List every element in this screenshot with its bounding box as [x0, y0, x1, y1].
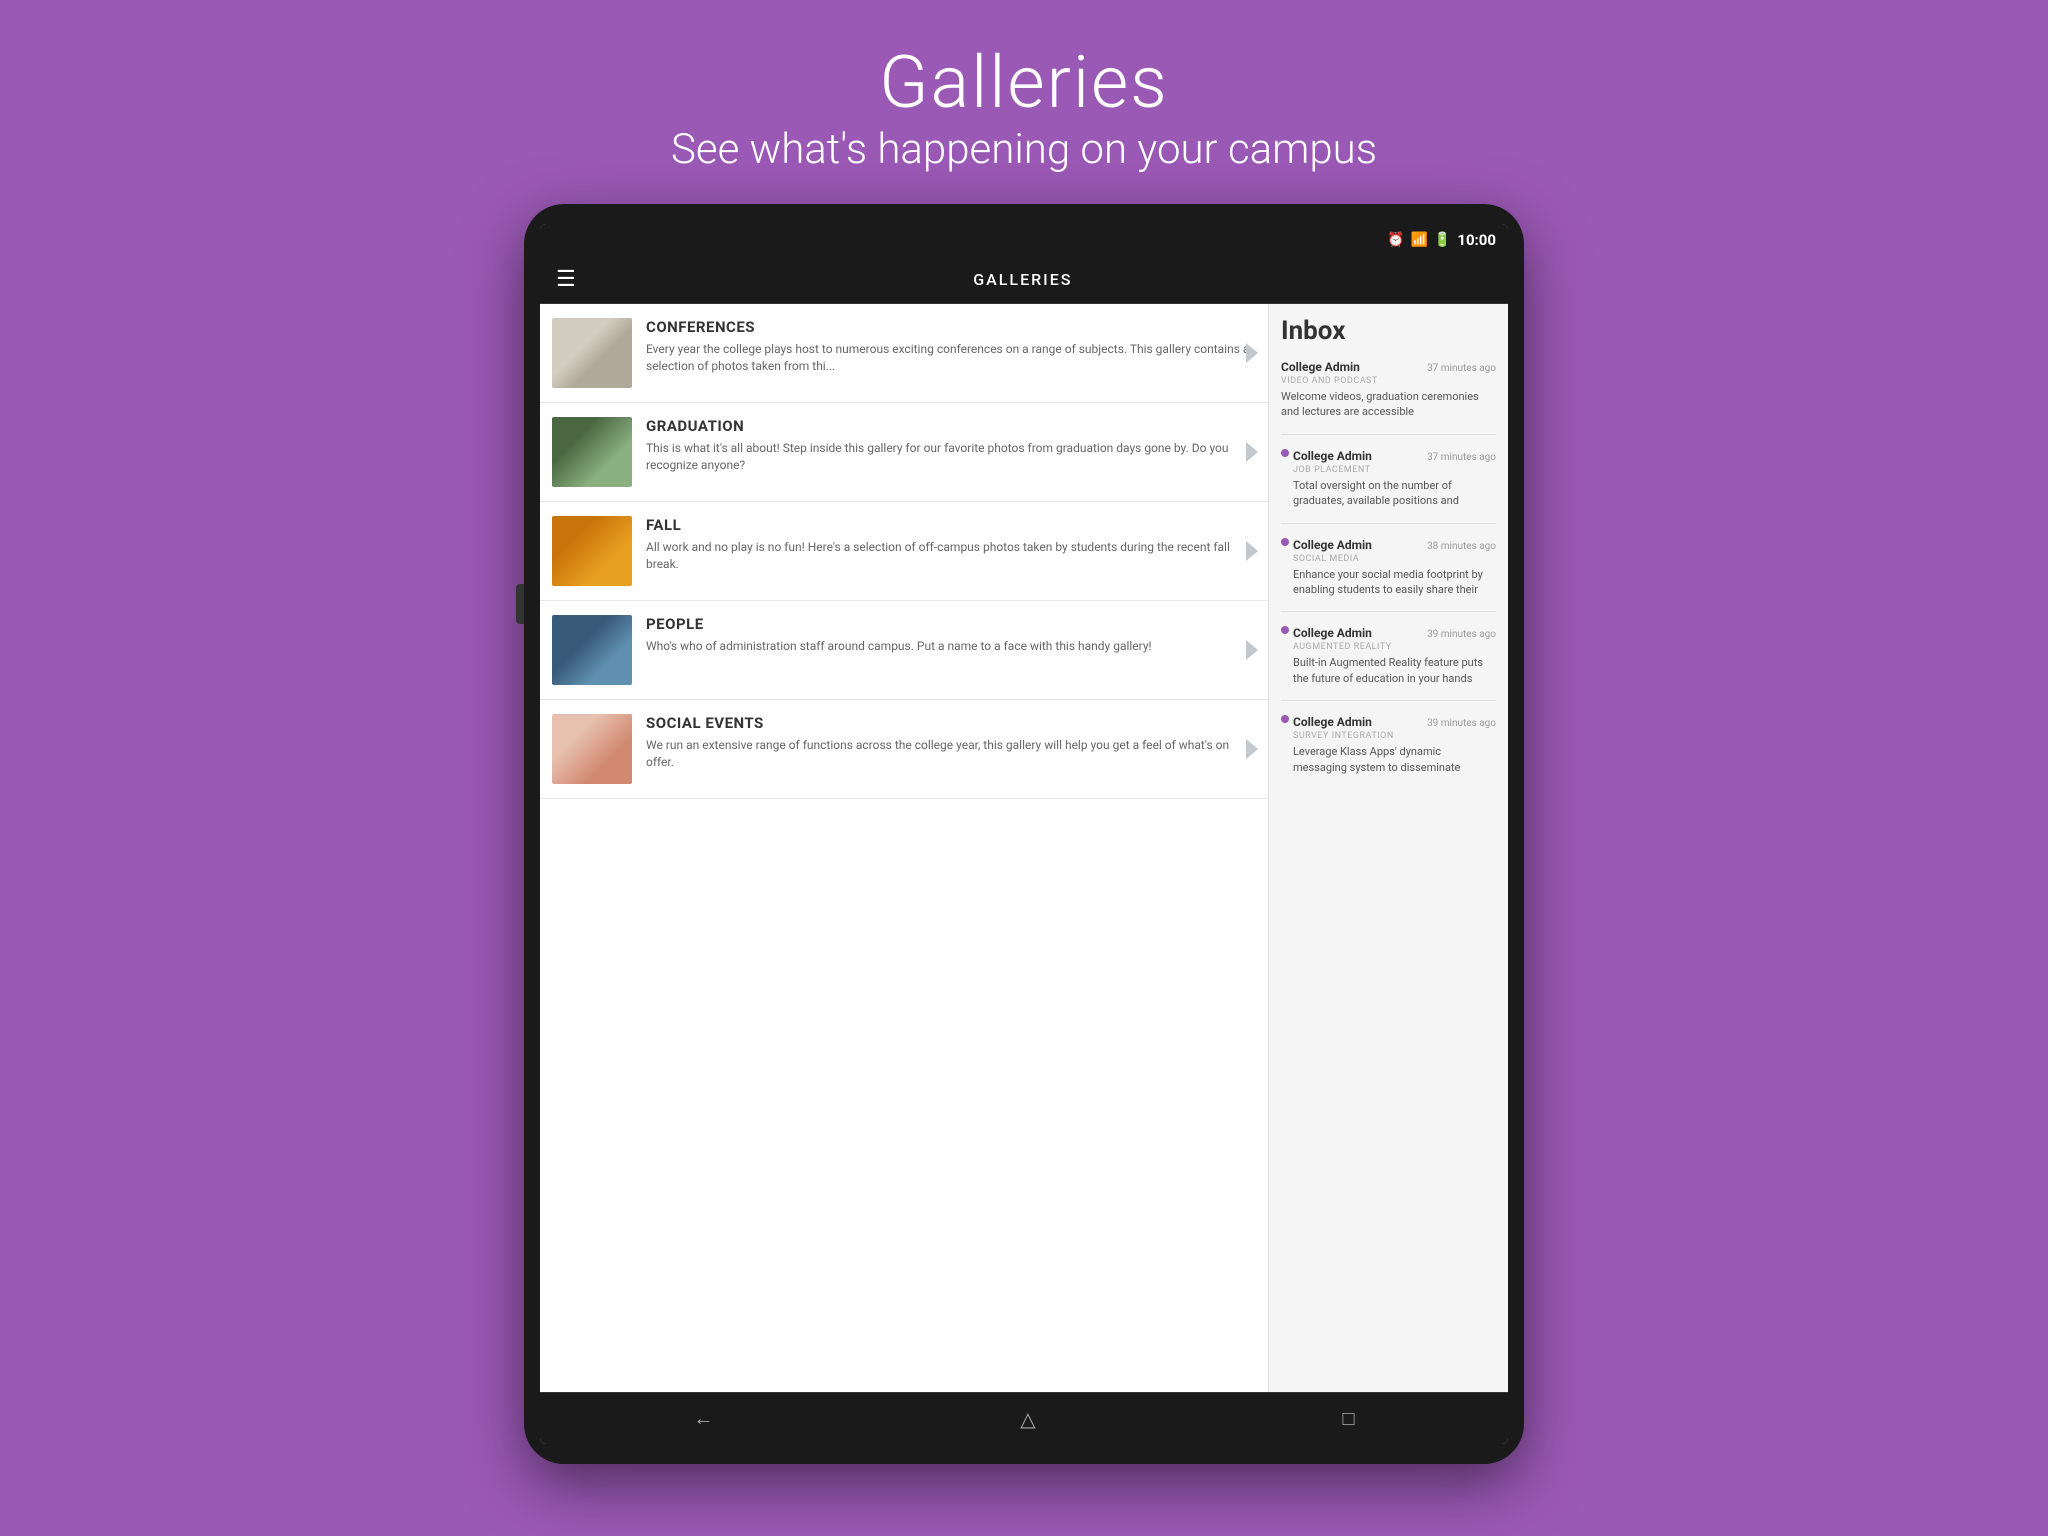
- unread-dot-4: [1281, 715, 1289, 723]
- inbox-item-row-2: College Admin 38 minutes ago SOCIAL MEDI…: [1281, 538, 1496, 598]
- gallery-info-conferences: CONFERENCES Every year the college plays…: [646, 318, 1256, 375]
- gallery-desc-fall: All work and no play is no fun! Here's a…: [646, 539, 1256, 573]
- tablet-device: ⏰ 📶 🔋 10:00 ☰ GALLERIES CONFERENCES Ever…: [524, 204, 1524, 1464]
- inbox-panel: Inbox College Admin 37 minutes ago VIDEO…: [1268, 304, 1508, 1392]
- app-bar: ☰ GALLERIES: [540, 256, 1508, 304]
- inbox-preview-1: Total oversight on the number of graduat…: [1293, 478, 1496, 509]
- page-subtitle: See what's happening on your campus: [671, 125, 1377, 174]
- gallery-info-people: PEOPLE Who's who of administration staff…: [646, 615, 1256, 655]
- unread-dot-1: [1281, 449, 1289, 457]
- gallery-thumb-people: [552, 615, 632, 685]
- inbox-time-4: 39 minutes ago: [1427, 718, 1496, 729]
- home-button[interactable]: △: [1000, 1399, 1055, 1439]
- gallery-info-fall: FALL All work and no play is no fun! Her…: [646, 516, 1256, 573]
- inbox-item-header-4: College Admin 39 minutes ago: [1293, 715, 1496, 729]
- gallery-title-people: PEOPLE: [646, 615, 1256, 633]
- battery-icon: 🔋: [1434, 232, 1451, 248]
- inbox-time-1: 37 minutes ago: [1427, 452, 1496, 463]
- inbox-item-header-3: College Admin 39 minutes ago: [1293, 626, 1496, 640]
- gallery-item-conferences[interactable]: CONFERENCES Every year the college plays…: [540, 304, 1268, 403]
- clock-icon: ⏰: [1387, 232, 1404, 248]
- tablet-side-button: [516, 584, 524, 624]
- gallery-arrow-conferences: [1246, 343, 1258, 363]
- gallery-desc-conferences: Every year the college plays host to num…: [646, 341, 1256, 375]
- gallery-arrow-people: [1246, 640, 1258, 660]
- inbox-item-4[interactable]: College Admin 39 minutes ago SURVEY INTE…: [1281, 715, 1496, 789]
- inbox-time-0: 37 minutes ago: [1427, 363, 1496, 374]
- gallery-title-social-events: SOCIAL EVENTS: [646, 714, 1256, 732]
- gallery-title-graduation: GRADUATION: [646, 417, 1256, 435]
- inbox-item-content-2: College Admin 38 minutes ago SOCIAL MEDI…: [1293, 538, 1496, 598]
- inbox-item-1[interactable]: College Admin 37 minutes ago JOB PLACEME…: [1281, 449, 1496, 524]
- unread-dot-2: [1281, 538, 1289, 546]
- inbox-sender-0: College Admin: [1281, 360, 1360, 374]
- back-button[interactable]: ←: [673, 1398, 733, 1439]
- wifi-icon: 📶: [1410, 232, 1427, 248]
- inbox-preview-0: Welcome videos, graduation ceremonies an…: [1281, 389, 1496, 420]
- gallery-desc-graduation: This is what it's all about! Step inside…: [646, 440, 1256, 474]
- recents-button[interactable]: □: [1322, 1398, 1374, 1439]
- device-screen: ⏰ 📶 🔋 10:00 ☰ GALLERIES CONFERENCES Ever…: [540, 224, 1508, 1444]
- gallery-list: CONFERENCES Every year the college plays…: [540, 304, 1268, 1392]
- nav-bar: ← △ □: [540, 1392, 1508, 1444]
- inbox-item-content-1: College Admin 37 minutes ago JOB PLACEME…: [1293, 449, 1496, 509]
- gallery-arrow-social-events: [1246, 739, 1258, 759]
- inbox-sender-4: College Admin: [1293, 715, 1372, 729]
- page-header: Galleries See what's happening on your c…: [671, 40, 1377, 174]
- inbox-item-0[interactable]: College Admin 37 minutes ago VIDEO AND P…: [1281, 360, 1496, 435]
- inbox-item-content-4: College Admin 39 minutes ago SURVEY INTE…: [1293, 715, 1496, 775]
- inbox-item-header-0: College Admin 37 minutes ago: [1281, 360, 1496, 374]
- inbox-time-3: 39 minutes ago: [1427, 629, 1496, 640]
- gallery-desc-people: Who's who of administration staff around…: [646, 638, 1256, 655]
- inbox-item-2[interactable]: College Admin 38 minutes ago SOCIAL MEDI…: [1281, 538, 1496, 613]
- status-icons: ⏰ 📶 🔋 10:00: [1387, 231, 1496, 249]
- inbox-item-row-0: College Admin 37 minutes ago VIDEO AND P…: [1281, 360, 1496, 420]
- status-bar: ⏰ 📶 🔋 10:00: [540, 224, 1508, 256]
- inbox-category-1: JOB PLACEMENT: [1293, 465, 1496, 475]
- page-title: Galleries: [671, 40, 1377, 125]
- inbox-sender-1: College Admin: [1293, 449, 1372, 463]
- inbox-item-row-4: College Admin 39 minutes ago SURVEY INTE…: [1281, 715, 1496, 775]
- inbox-category-2: SOCIAL MEDIA: [1293, 554, 1496, 564]
- gallery-item-social-events[interactable]: SOCIAL EVENTS We run an extensive range …: [540, 700, 1268, 799]
- inbox-item-row-1: College Admin 37 minutes ago JOB PLACEME…: [1281, 449, 1496, 509]
- gallery-arrow-fall: [1246, 541, 1258, 561]
- gallery-title-fall: FALL: [646, 516, 1256, 534]
- gallery-title-conferences: CONFERENCES: [646, 318, 1256, 336]
- gallery-thumb-social-events: [552, 714, 632, 784]
- inbox-category-4: SURVEY INTEGRATION: [1293, 731, 1496, 741]
- gallery-thumb-fall: [552, 516, 632, 586]
- gallery-item-people[interactable]: PEOPLE Who's who of administration staff…: [540, 601, 1268, 700]
- inbox-preview-2: Enhance your social media footprint by e…: [1293, 567, 1496, 598]
- gallery-desc-social-events: We run an extensive range of functions a…: [646, 737, 1256, 771]
- unread-dot-3: [1281, 626, 1289, 634]
- gallery-item-graduation[interactable]: GRADUATION This is what it's all about! …: [540, 403, 1268, 502]
- inbox-item-header-2: College Admin 38 minutes ago: [1293, 538, 1496, 552]
- gallery-thumb-graduation: [552, 417, 632, 487]
- menu-icon[interactable]: ☰: [556, 267, 576, 292]
- inbox-preview-3: Built-in Augmented Reality feature puts …: [1293, 655, 1496, 686]
- gallery-info-graduation: GRADUATION This is what it's all about! …: [646, 417, 1256, 474]
- inbox-title: Inbox: [1281, 316, 1496, 346]
- inbox-items-container: College Admin 37 minutes ago VIDEO AND P…: [1281, 360, 1496, 789]
- inbox-sender-3: College Admin: [1293, 626, 1372, 640]
- gallery-item-fall[interactable]: FALL All work and no play is no fun! Her…: [540, 502, 1268, 601]
- inbox-category-3: AUGMENTED REALITY: [1293, 642, 1496, 652]
- inbox-item-header-1: College Admin 37 minutes ago: [1293, 449, 1496, 463]
- inbox-preview-4: Leverage Klass Apps' dynamic messaging s…: [1293, 744, 1496, 775]
- inbox-item-content-3: College Admin 39 minutes ago AUGMENTED R…: [1293, 626, 1496, 686]
- inbox-category-0: VIDEO AND PODCAST: [1281, 376, 1496, 386]
- status-time: 10:00: [1457, 231, 1496, 249]
- gallery-info-social-events: SOCIAL EVENTS We run an extensive range …: [646, 714, 1256, 771]
- gallery-arrow-graduation: [1246, 442, 1258, 462]
- inbox-item-content-0: College Admin 37 minutes ago VIDEO AND P…: [1281, 360, 1496, 420]
- inbox-time-2: 38 minutes ago: [1427, 541, 1496, 552]
- inbox-sender-2: College Admin: [1293, 538, 1372, 552]
- inbox-item-3[interactable]: College Admin 39 minutes ago AUGMENTED R…: [1281, 626, 1496, 701]
- gallery-thumb-conferences: [552, 318, 632, 388]
- inbox-item-row-3: College Admin 39 minutes ago AUGMENTED R…: [1281, 626, 1496, 686]
- app-bar-title: GALLERIES: [592, 270, 1454, 289]
- main-content: CONFERENCES Every year the college plays…: [540, 304, 1508, 1392]
